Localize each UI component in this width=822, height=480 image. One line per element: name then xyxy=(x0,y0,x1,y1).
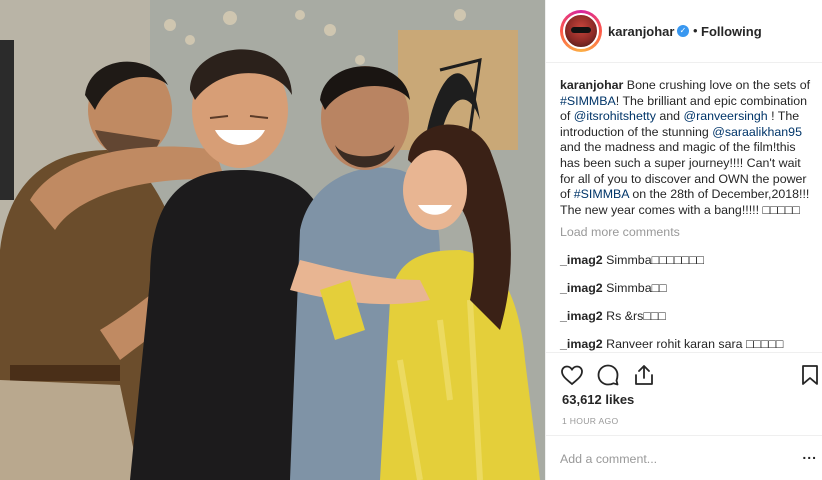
likes-count[interactable]: 63,612 likes xyxy=(562,392,634,407)
comment-icon[interactable] xyxy=(596,363,620,387)
profile-avatar[interactable] xyxy=(560,10,602,52)
comment-username[interactable]: _imag2 xyxy=(560,253,603,267)
header-separator: • xyxy=(693,23,698,38)
comment-item: _imag2 Simmba□□ xyxy=(560,281,812,295)
more-options-icon[interactable]: ... xyxy=(802,446,817,462)
post-caption: karanjohar Bone crushing love on the set… xyxy=(560,78,812,218)
add-comment-input[interactable] xyxy=(560,448,775,470)
caption-hashtag-1[interactable]: #SIMMBA xyxy=(560,94,616,108)
following-button[interactable]: Following xyxy=(701,24,762,39)
comment-text: Rs &rs□□□ xyxy=(602,309,666,324)
comment-item: _imag2 Rs &rs□□□ xyxy=(560,309,812,323)
comments-section: karanjohar Bone crushing love on the set… xyxy=(560,78,812,351)
comment-text: Simmba□□□□□□□ xyxy=(602,253,704,268)
verified-badge-icon: ✓ xyxy=(677,25,689,37)
comment-username[interactable]: _imag2 xyxy=(560,337,603,351)
action-bar xyxy=(546,352,822,390)
add-comment-bar: ... xyxy=(546,435,822,480)
header-username[interactable]: karanjohar xyxy=(608,24,674,39)
post-side-panel: karanjohar ✓ • Following karanjohar Bone… xyxy=(545,0,822,480)
caption-mention-2[interactable]: @ranveersingh xyxy=(683,109,767,123)
photo-scene xyxy=(0,0,545,480)
avatar-glasses xyxy=(571,27,591,33)
bookmark-icon[interactable] xyxy=(798,363,822,387)
heart-icon[interactable] xyxy=(560,363,584,387)
comment-text: Simmba□□ xyxy=(602,281,667,296)
caption-username[interactable]: karanjohar xyxy=(560,78,623,92)
share-icon[interactable] xyxy=(632,363,656,387)
avatar-image xyxy=(563,13,599,49)
load-more-comments[interactable]: Load more comments xyxy=(560,225,812,239)
post-timestamp[interactable]: 1 HOUR AGO xyxy=(562,416,618,426)
comment-text: Ranveer rohit karan sara □□□□□ xyxy=(602,337,784,352)
comment-item: _imag2 Ranveer rohit karan sara □□□□□ xyxy=(560,337,812,351)
caption-mention-1[interactable]: @itsrohitshetty xyxy=(574,109,656,123)
caption-mention-3[interactable]: @saraalikhan95 xyxy=(712,125,802,139)
caption-text-1: Bone crushing love on the sets of xyxy=(623,78,811,92)
caption-hashtag-2[interactable]: #SIMMBA xyxy=(574,187,629,201)
comment-username[interactable]: _imag2 xyxy=(560,309,603,323)
comment-username[interactable]: _imag2 xyxy=(560,281,603,295)
post-photo[interactable] xyxy=(0,0,545,480)
caption-text-3: and xyxy=(655,109,684,124)
comment-item: _imag2 Simmba□□□□□□□ xyxy=(560,253,812,267)
post-header: karanjohar ✓ • Following xyxy=(546,0,822,63)
